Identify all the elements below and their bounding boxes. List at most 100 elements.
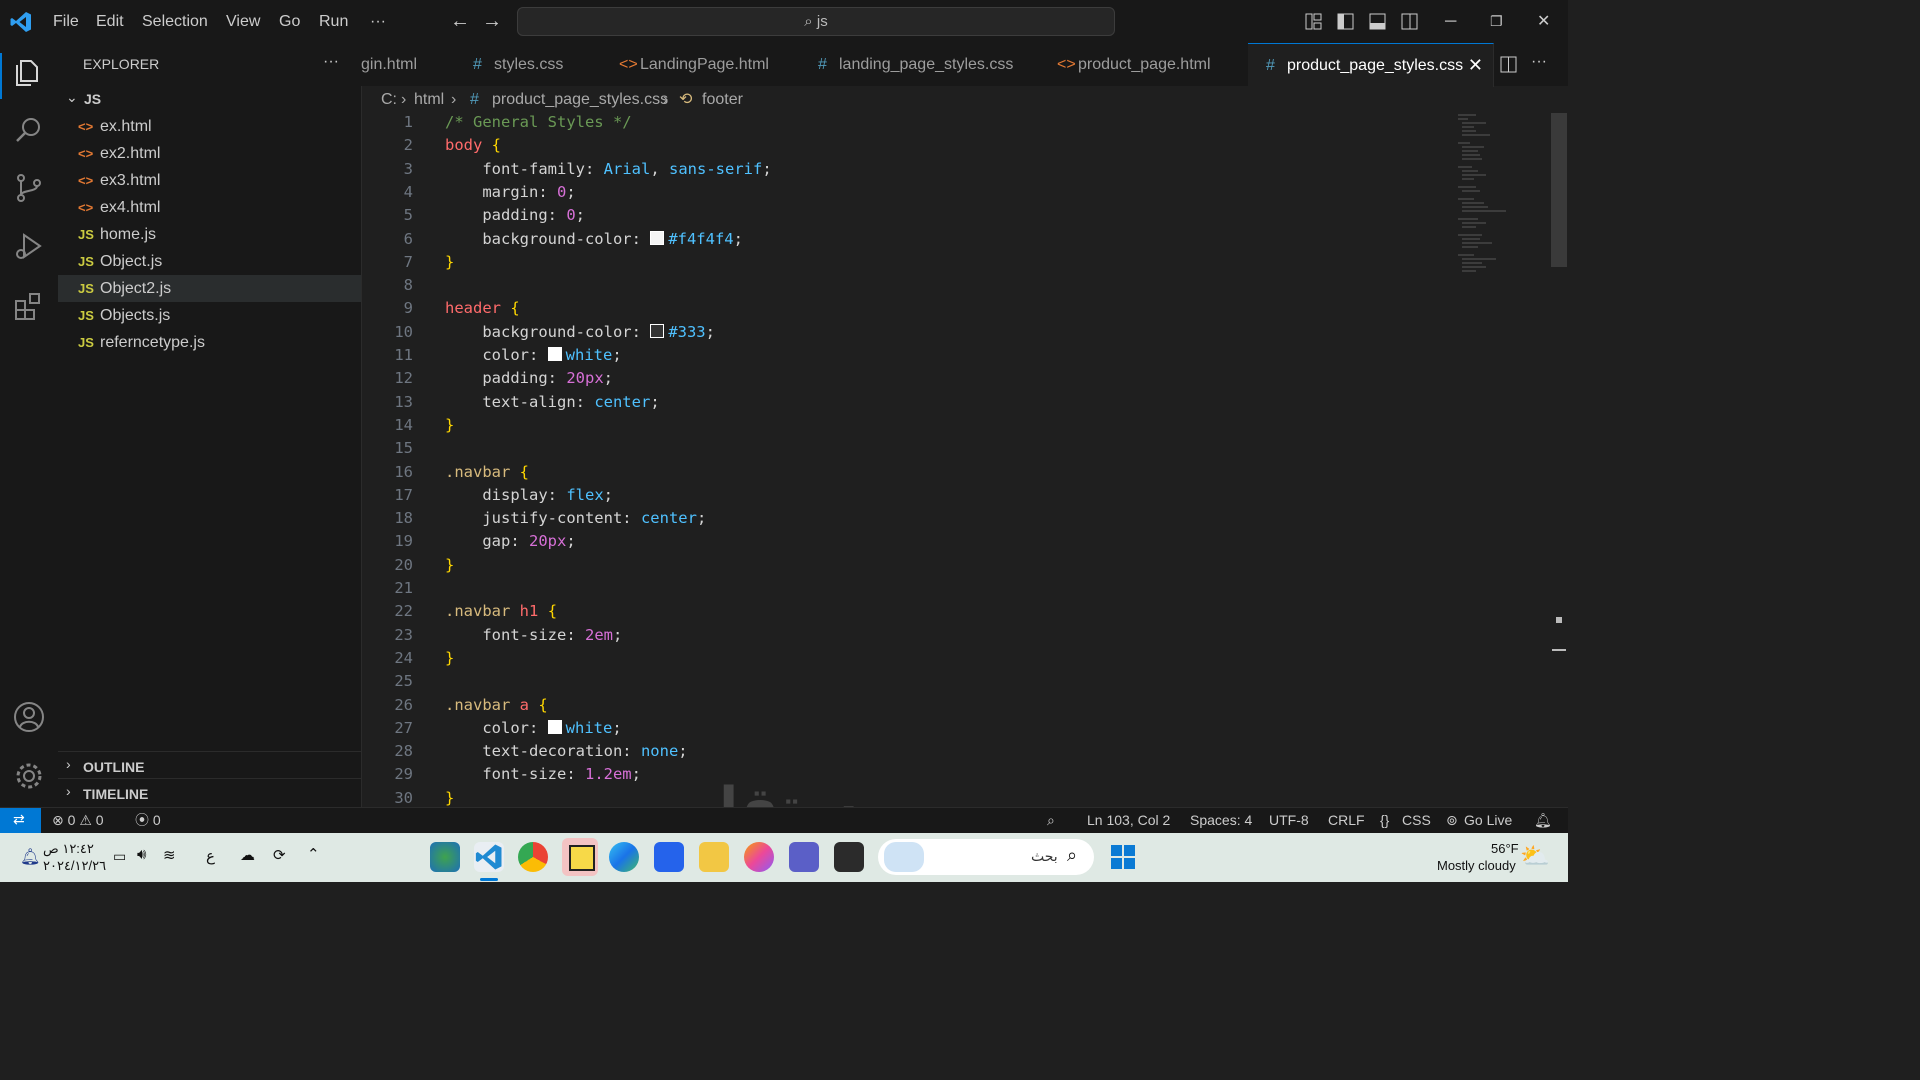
code-line[interactable]: }	[445, 416, 454, 434]
toggle-secondary-sidebar-icon[interactable]	[1401, 13, 1418, 30]
code-line[interactable]: color: white;	[445, 346, 621, 364]
clock-time[interactable]: ١٢:٤٢ ص	[43, 841, 94, 857]
menu-selection[interactable]: Selection	[142, 0, 208, 43]
file-item[interactable]: JS Object.js	[58, 248, 361, 275]
editor-scrollbar-thumb[interactable]	[1551, 113, 1567, 267]
color-swatch[interactable]	[650, 230, 665, 245]
code-line[interactable]: .navbar a {	[445, 696, 548, 714]
file-item[interactable]: JS Object2.js	[58, 275, 361, 302]
menu-go[interactable]: Go	[279, 0, 300, 43]
file-item[interactable]: JS Objects.js	[58, 302, 361, 329]
code-line[interactable]: }	[445, 556, 454, 574]
code-line[interactable]: font-family: Arial, sans-serif;	[445, 160, 771, 178]
chrome-icon[interactable]	[518, 842, 548, 872]
code-line[interactable]: font-size: 2em;	[445, 626, 622, 644]
split-editor-icon[interactable]	[1500, 56, 1517, 73]
sync-icon[interactable]: ⟳	[273, 846, 286, 864]
code-line[interactable]: margin: 0;	[445, 183, 575, 201]
file-explorer-icon[interactable]	[699, 842, 729, 872]
go-live-button[interactable]: Go Live	[1464, 808, 1512, 833]
explorer-more-button[interactable]: ···	[323, 53, 339, 71]
code-line[interactable]: }	[445, 789, 454, 807]
folder-header[interactable]: ⌄ JS	[58, 87, 361, 112]
editor-tab[interactable]: <> product_page.html	[1039, 43, 1249, 86]
taskbar-search-box[interactable]: بحث ⌕	[878, 839, 1094, 875]
code-line[interactable]: background-color: #333;	[445, 323, 715, 341]
editor-tab[interactable]: gin.html	[361, 43, 456, 86]
terminal-icon[interactable]	[834, 842, 864, 872]
code-line[interactable]: }	[445, 649, 454, 667]
settings-gear-icon[interactable]	[12, 759, 46, 793]
input-language[interactable]: ع	[206, 847, 215, 865]
code-line[interactable]: justify-content: center;	[445, 509, 706, 527]
code-line[interactable]: .navbar h1 {	[445, 602, 557, 620]
remote-indicator[interactable]: ⇄	[0, 808, 41, 833]
color-swatch[interactable]	[547, 719, 562, 734]
forward-arrow-icon[interactable]: →	[482, 0, 502, 43]
editor-tab[interactable]: <> LandingPage.html	[601, 43, 801, 86]
code-line[interactable]: text-decoration: none;	[445, 742, 687, 760]
toggle-primary-sidebar-icon[interactable]	[1337, 13, 1354, 30]
edge-icon[interactable]	[609, 842, 639, 872]
toggle-panel-icon[interactable]	[1369, 13, 1386, 30]
notifications-bell-icon[interactable]: 🔔︎	[1534, 808, 1552, 833]
explorer-icon[interactable]	[12, 55, 46, 89]
minimize-icon[interactable]: ─	[1445, 0, 1456, 43]
breadcrumb-folder[interactable]: html	[414, 86, 444, 113]
show-hidden-icons-icon[interactable]: ⌃	[307, 845, 320, 863]
code-line[interactable]: padding: 20px;	[445, 369, 613, 387]
breadcrumb-file[interactable]: product_page_styles.css	[492, 86, 668, 113]
windows-start-icon[interactable]	[1111, 845, 1135, 869]
file-item[interactable]: JS home.js	[58, 221, 361, 248]
teams-icon[interactable]	[789, 842, 819, 872]
accounts-icon[interactable]	[12, 700, 46, 734]
file-item[interactable]: <> ex4.html	[58, 194, 361, 221]
restore-icon[interactable]: ❐	[1490, 0, 1503, 43]
file-item[interactable]: JS referncetype.js	[58, 329, 361, 356]
language-mode[interactable]: CSS	[1402, 808, 1431, 833]
indentation[interactable]: Spaces: 4	[1190, 808, 1252, 833]
menu-run[interactable]: Run	[319, 0, 348, 43]
code-line[interactable]: display: flex;	[445, 486, 613, 504]
code-line[interactable]: text-align: center;	[445, 393, 659, 411]
editor-tab[interactable]: # landing_page_styles.css	[800, 43, 1040, 86]
file-item[interactable]: <> ex3.html	[58, 167, 361, 194]
weather-temp[interactable]: 56°F	[1491, 841, 1519, 856]
back-arrow-icon[interactable]: ←	[450, 0, 470, 43]
network-status-icon[interactable]: ☁	[240, 846, 255, 864]
color-swatch[interactable]	[547, 347, 562, 361]
breadcrumb-drive[interactable]: C:	[381, 86, 397, 113]
code-line[interactable]: gap: 20px;	[445, 532, 575, 550]
minimap[interactable]	[1456, 113, 1536, 283]
code-line[interactable]: header {	[445, 299, 520, 317]
app-globe-icon[interactable]	[430, 842, 460, 872]
color-swatch[interactable]	[650, 323, 665, 338]
breadcrumb-symbol[interactable]: footer	[702, 86, 743, 113]
code-line[interactable]: font-size: 1.2em;	[445, 765, 641, 783]
customize-layout-icon[interactable]	[1305, 13, 1322, 30]
weather-text[interactable]: Mostly cloudy	[1437, 858, 1516, 873]
editor-tab[interactable]: # product_page_styles.css ✕	[1248, 43, 1494, 87]
run-and-debug-icon[interactable]	[12, 229, 46, 263]
notification-bell-icon[interactable]: 🔔︎	[20, 847, 40, 867]
sticky-notes-icon[interactable]	[562, 838, 598, 876]
code-line[interactable]: /* General Styles */	[445, 113, 632, 131]
code-line[interactable]: color: white;	[445, 719, 621, 737]
file-item[interactable]: <> ex2.html	[58, 140, 361, 167]
code-line[interactable]: padding: 0;	[445, 206, 585, 224]
copilot-icon[interactable]	[744, 842, 774, 872]
zoom-icon[interactable]: ⌕	[1047, 808, 1055, 833]
volume-icon[interactable]: 🔊︎	[137, 846, 146, 863]
code-editor[interactable]: 1 /* General Styles */ 2 body {3 font-famil…	[361, 113, 1568, 807]
file-item[interactable]: <> ex.html	[58, 113, 361, 140]
problems-indicator[interactable]: ⊗ 0 ⚠ 0	[52, 808, 104, 833]
editor-more-button[interactable]: ···	[1531, 53, 1547, 71]
source-control-icon[interactable]	[12, 171, 46, 205]
vscode-logo-icon[interactable]	[9, 10, 33, 34]
code-line[interactable]: background-color: #f4f4f4;	[445, 230, 743, 248]
code-line[interactable]: .navbar {	[445, 463, 529, 481]
vscode-taskbar-icon[interactable]	[474, 842, 504, 872]
code-line[interactable]: }	[445, 253, 454, 271]
outline-section[interactable]: › OUTLINE	[58, 751, 361, 779]
close-window-icon[interactable]: ✕	[1537, 0, 1550, 43]
